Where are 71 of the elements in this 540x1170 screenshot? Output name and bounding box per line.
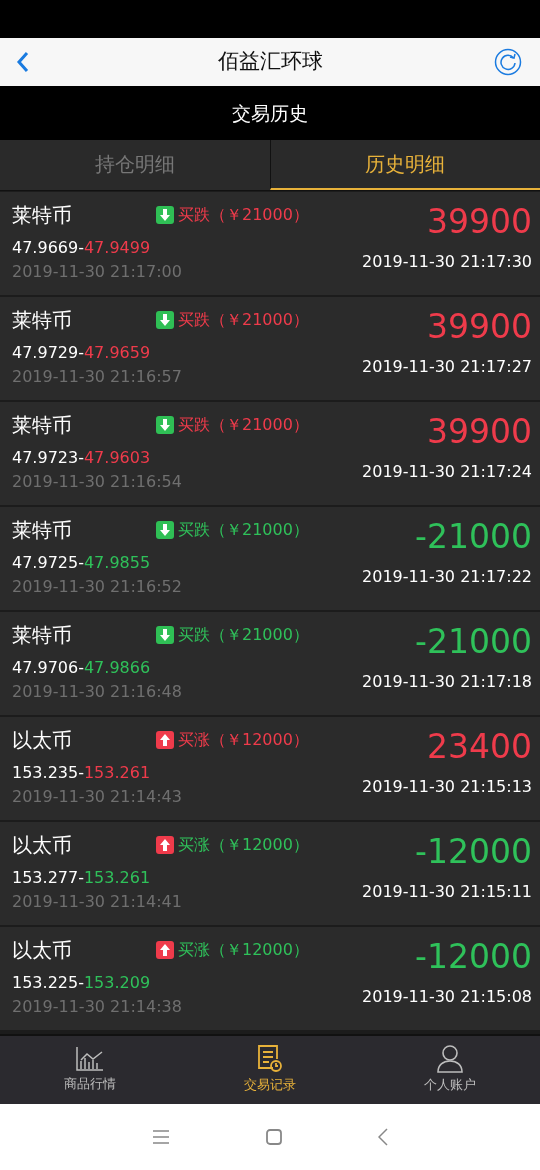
order-label: 买涨（￥12000） bbox=[178, 729, 309, 751]
open-price: 47.9725- bbox=[12, 552, 84, 574]
user-icon bbox=[437, 1045, 463, 1074]
coin-name: 莱特币 bbox=[12, 202, 73, 229]
menu-icon[interactable] bbox=[152, 1130, 170, 1144]
open-time: 2019-11-30 21:16:48 bbox=[12, 681, 183, 703]
profit-amount: 39900 bbox=[427, 201, 532, 243]
open-time: 2019-11-30 21:14:41 bbox=[12, 891, 183, 913]
order-label: 买跌（￥21000） bbox=[178, 624, 309, 646]
document-clock-icon bbox=[257, 1045, 283, 1074]
close-price: 153.261 bbox=[83, 762, 151, 784]
home-icon[interactable] bbox=[266, 1129, 282, 1145]
close-time: 2019-11-30 21:15:08 bbox=[362, 986, 532, 1008]
profit-amount: 23400 bbox=[427, 726, 532, 768]
close-price: 153.209 bbox=[83, 972, 151, 994]
coin-name: 莱特币 bbox=[12, 307, 73, 334]
open-price: 47.9723- bbox=[12, 447, 84, 469]
coin-name: 以太币 bbox=[12, 937, 73, 964]
tab[interactable]: 历史明细 bbox=[269, 140, 540, 190]
close-price: 47.9659 bbox=[83, 342, 151, 364]
open-price: 153.277- bbox=[12, 867, 84, 889]
coin-name: 以太币 bbox=[12, 727, 73, 754]
close-price: 47.9866 bbox=[83, 657, 151, 679]
close-time: 2019-11-30 21:17:24 bbox=[362, 461, 532, 483]
open-price: 47.9669- bbox=[12, 237, 84, 259]
close-price: 47.9855 bbox=[83, 552, 151, 574]
close-time: 2019-11-30 21:17:27 bbox=[362, 356, 532, 378]
profit-amount: -12000 bbox=[415, 831, 532, 873]
coin-name: 莱特币 bbox=[12, 622, 73, 649]
order-label: 买涨（￥12000） bbox=[178, 834, 309, 856]
nav-tab[interactable]: 商品行情 bbox=[0, 1036, 180, 1104]
close-time: 2019-11-30 21:17:18 bbox=[362, 671, 532, 693]
coin-name: 莱特币 bbox=[12, 412, 73, 439]
coin-name: 以太币 bbox=[12, 832, 73, 859]
open-time: 2019-11-30 21:17:00 bbox=[12, 261, 183, 283]
open-time: 2019-11-30 21:16:52 bbox=[12, 576, 183, 598]
page-title: 交易历史 bbox=[232, 100, 308, 126]
close-time: 2019-11-30 21:17:22 bbox=[362, 566, 532, 588]
nav-tab[interactable]: 交易记录 bbox=[180, 1036, 360, 1104]
close-time: 2019-11-30 21:15:13 bbox=[362, 776, 532, 798]
close-price: 153.261 bbox=[83, 867, 151, 889]
open-price: 47.9729- bbox=[12, 342, 84, 364]
close-time: 2019-11-30 21:15:11 bbox=[362, 881, 532, 903]
order-label: 买跌（￥21000） bbox=[178, 309, 309, 331]
order-label: 买涨（￥12000） bbox=[178, 939, 309, 961]
app-title: 佰益汇环球 bbox=[217, 48, 323, 76]
open-price: 153.225- bbox=[12, 972, 84, 994]
coin-name: 莱特币 bbox=[12, 517, 73, 544]
profit-amount: -21000 bbox=[415, 516, 532, 558]
open-time: 2019-11-30 21:14:38 bbox=[12, 996, 183, 1018]
profit-amount: 39900 bbox=[427, 306, 532, 348]
refresh-button[interactable] bbox=[492, 46, 524, 78]
profit-amount: -21000 bbox=[415, 621, 532, 663]
open-time: 2019-11-30 21:16:54 bbox=[12, 471, 183, 493]
close-price: 47.9603 bbox=[83, 447, 151, 469]
open-time: 2019-11-30 21:16:57 bbox=[12, 366, 183, 388]
order-label: 买跌（￥21000） bbox=[178, 204, 309, 226]
nav-tab[interactable]: 个人账户 bbox=[360, 1036, 540, 1104]
close-price: 47.9499 bbox=[83, 237, 151, 259]
close-time: 2019-11-30 21:17:30 bbox=[362, 251, 532, 273]
profit-amount: -12000 bbox=[415, 936, 532, 978]
back-icon[interactable] bbox=[378, 1128, 388, 1146]
chart-icon bbox=[75, 1046, 105, 1073]
open-price: 153.235- bbox=[12, 762, 84, 784]
profit-amount: 39900 bbox=[427, 411, 532, 453]
chevron-left-icon bbox=[16, 51, 30, 73]
open-price: 47.9706- bbox=[12, 657, 84, 679]
order-label: 买跌（￥21000） bbox=[178, 519, 309, 541]
order-label: 买跌（￥21000） bbox=[178, 414, 309, 436]
refresh-icon bbox=[494, 48, 522, 76]
open-time: 2019-11-30 21:14:43 bbox=[12, 786, 183, 808]
